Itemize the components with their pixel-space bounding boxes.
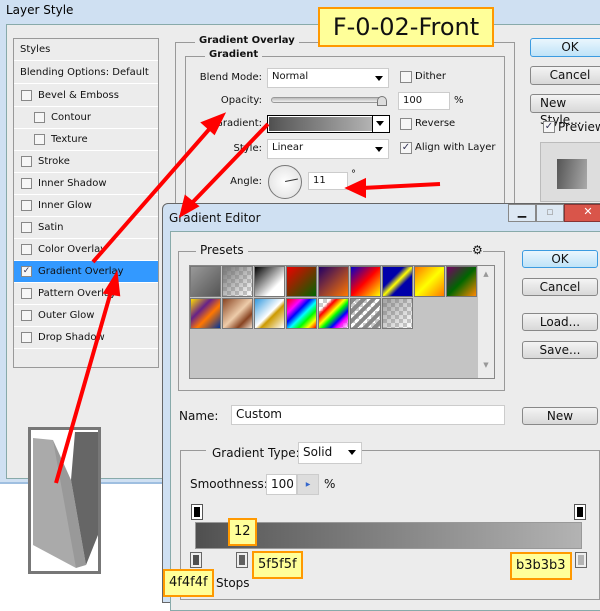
arrow-to-gradient-overlay [54,287,114,484]
arrow-head [102,270,121,297]
arrow-to-gradient-label [91,124,214,264]
annotation-arrows [54,112,441,484]
arrow-head [344,177,366,199]
arrow-to-angle [361,182,441,190]
